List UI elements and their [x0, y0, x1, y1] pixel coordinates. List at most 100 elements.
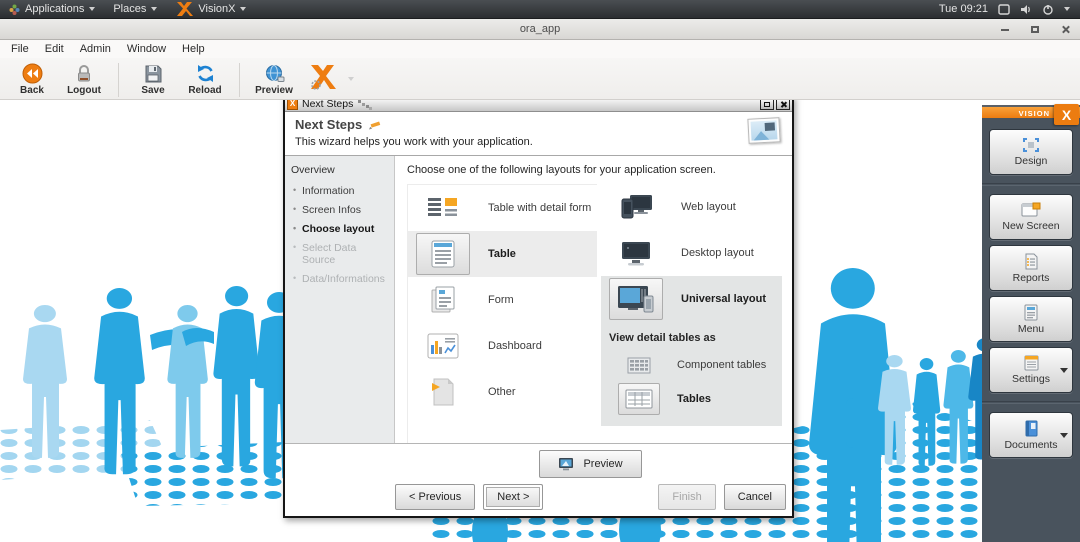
reload-button[interactable]: Reload: [179, 61, 231, 96]
dropdown-arrow-icon[interactable]: [1060, 433, 1068, 438]
detail-option-tables[interactable]: Tables: [601, 382, 782, 416]
tables-icon: [625, 389, 653, 409]
save-label: Save: [141, 85, 164, 96]
clock[interactable]: Tue 09:21: [939, 3, 988, 15]
toolbar-dropdown-icon[interactable]: [348, 77, 354, 81]
layout-option-dashboard[interactable]: Dashboard: [408, 323, 597, 369]
dialog-header: Next Steps This wizard helps you work wi…: [285, 112, 792, 156]
reports-icon: [1023, 253, 1039, 270]
preview-button-label: Preview: [583, 458, 622, 470]
layout-option-table-detail-form[interactable]: Table with detail form: [408, 185, 597, 231]
wizard-footer: Preview < Previous Next > Finish Cancel: [285, 443, 792, 516]
visionx-logo-icon: [175, 2, 193, 17]
target-option-desktop-layout[interactable]: Desktop layout: [601, 230, 782, 276]
table-detail-form-icon: [426, 195, 460, 221]
app-titlebar: ora_app: [0, 19, 1080, 40]
session-chevron-icon[interactable]: [1064, 7, 1070, 11]
visionx-menu[interactable]: VisionX: [166, 0, 255, 18]
menu-file[interactable]: File: [4, 41, 36, 57]
preview-button[interactable]: Preview: [539, 450, 641, 478]
settings-button[interactable]: Settings: [989, 347, 1073, 393]
layout-option-form[interactable]: Form: [408, 277, 597, 323]
reload-label: Reload: [188, 85, 221, 96]
minimize-button[interactable]: [998, 23, 1012, 37]
universal-layout-icon: [616, 284, 656, 314]
target-option-universal-layout[interactable]: Universal layout: [601, 276, 782, 322]
nav-item-choose-layout[interactable]: Choose layout: [291, 223, 388, 235]
display-icon[interactable]: [998, 4, 1010, 15]
visionx-banner: VISION X: [982, 105, 1080, 118]
menu-edit[interactable]: Edit: [38, 41, 71, 57]
layout-option-other[interactable]: Other: [408, 369, 597, 415]
chevron-down-icon: [240, 7, 246, 11]
dashboard-icon: [427, 333, 459, 359]
new-screen-button[interactable]: New Screen: [989, 194, 1073, 240]
layout-prompt: Choose one of the following layouts for …: [407, 164, 782, 176]
visionx-side-panel: VISION X Design New Screen Reports Menu: [982, 105, 1080, 542]
reports-button[interactable]: Reports: [989, 245, 1073, 291]
cancel-button[interactable]: Cancel: [724, 484, 786, 510]
logout-button[interactable]: Logout: [58, 61, 110, 96]
design-icon: [1022, 137, 1040, 153]
dropdown-arrow-icon[interactable]: [1060, 368, 1068, 373]
nav-item-screen-infos[interactable]: Screen Infos: [291, 204, 388, 216]
nav-item-select-data-source: Select Data Source: [291, 242, 388, 266]
preview-button-toolbar[interactable]: Preview: [248, 61, 300, 96]
preview-monitor-icon: [558, 457, 575, 471]
maximize-button[interactable]: [1028, 23, 1042, 37]
component-tables-icon: [627, 357, 651, 374]
menubar: File Edit Admin Window Help: [0, 40, 1080, 58]
toolbar-separator: [118, 63, 119, 97]
nav-item-information[interactable]: Information: [291, 185, 388, 197]
chevron-down-icon: [89, 7, 95, 11]
new-screen-label: New Screen: [1002, 221, 1059, 232]
menu-button[interactable]: Menu: [989, 296, 1073, 342]
detail-option-component-tables[interactable]: Component tables: [601, 348, 782, 382]
visionx-label: VisionX: [198, 3, 235, 15]
logout-label: Logout: [67, 85, 101, 96]
wizard-content: Choose one of the following layouts for …: [395, 156, 792, 443]
design-label: Design: [1015, 156, 1048, 167]
design-button[interactable]: Design: [989, 129, 1073, 175]
pencil-icon: [368, 119, 383, 131]
reports-label: Reports: [1013, 273, 1050, 284]
new-screen-icon: [1021, 202, 1041, 218]
target-option-list: Web layout Desktop layout Universal layo…: [601, 184, 782, 443]
close-button[interactable]: [1058, 23, 1072, 37]
table-icon: [430, 239, 456, 269]
places-label: Places: [113, 3, 146, 15]
visionx-x-icon: [307, 63, 337, 91]
previous-button[interactable]: < Previous: [395, 484, 475, 510]
applications-label: Applications: [25, 3, 84, 15]
back-button[interactable]: Back: [6, 61, 58, 96]
menu-help[interactable]: Help: [175, 41, 212, 57]
top-panel: Applications Places VisionX Tue 09:21: [0, 0, 1080, 19]
next-button[interactable]: Next >: [483, 484, 543, 510]
panel-separator: [982, 183, 1080, 186]
visionx-tool-button[interactable]: [300, 61, 344, 91]
selected-icon-box: [609, 278, 663, 320]
settings-label: Settings: [1012, 374, 1050, 385]
menu-label: Menu: [1018, 324, 1044, 335]
menu-icon: [1023, 304, 1039, 321]
dialog-heading: Next Steps: [295, 117, 362, 132]
layout-option-table[interactable]: Table: [408, 231, 597, 277]
screen: Applications Places VisionX Tue 09:21 or…: [0, 0, 1080, 542]
menu-window[interactable]: Window: [120, 41, 173, 57]
maximize-icon: [764, 102, 770, 107]
picture-icon: [747, 117, 780, 144]
volume-icon[interactable]: [1020, 4, 1032, 15]
visionx-x-logo[interactable]: X: [1054, 104, 1079, 125]
documents-button[interactable]: Documents: [989, 412, 1073, 458]
settings-icon: [1023, 355, 1040, 371]
dialog-subtitle: This wizard helps you work with your app…: [295, 136, 782, 148]
places-menu[interactable]: Places: [104, 0, 166, 18]
minimize-icon: [1001, 29, 1009, 31]
save-button[interactable]: Save: [127, 61, 179, 96]
menu-admin[interactable]: Admin: [73, 41, 118, 57]
target-option-web-layout[interactable]: Web layout: [601, 184, 782, 230]
applications-menu[interactable]: Applications: [0, 0, 104, 18]
visionx-brand-label: VISION: [1019, 109, 1050, 118]
chevron-down-icon: [151, 7, 157, 11]
power-icon[interactable]: [1042, 4, 1054, 15]
